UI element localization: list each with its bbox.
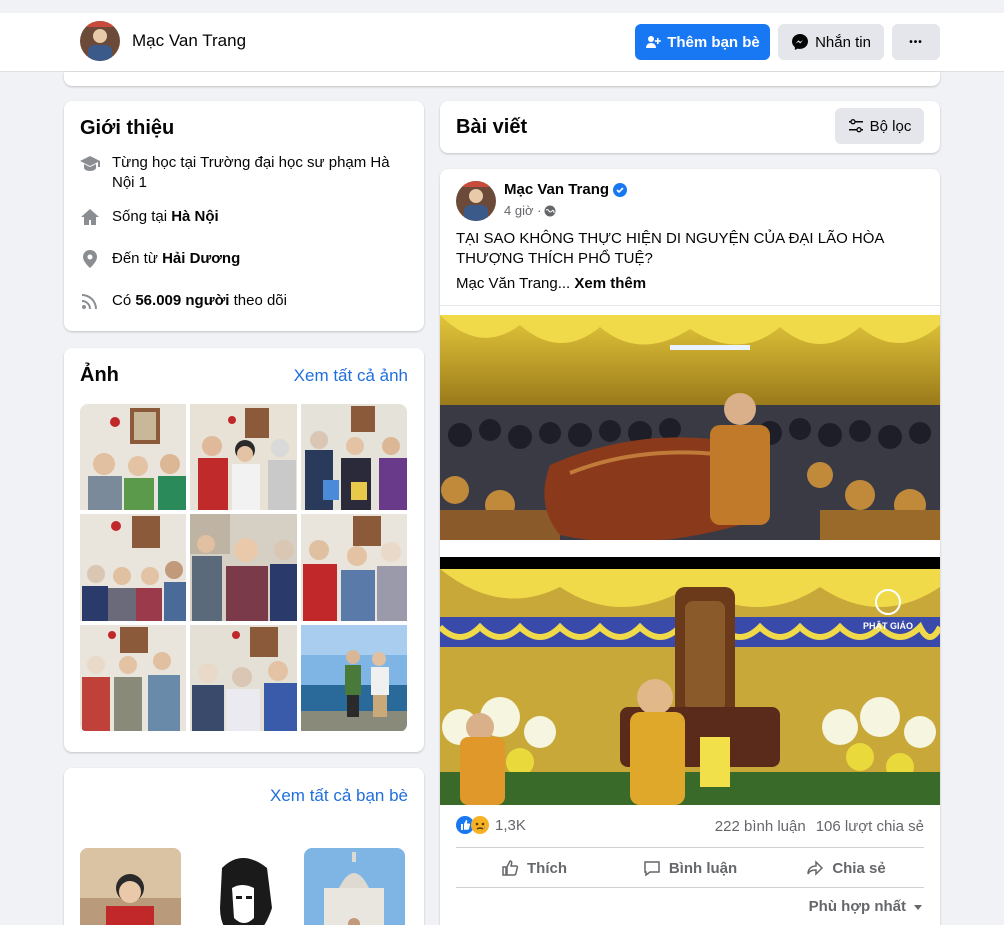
intro-title: Giới thiệu xyxy=(80,117,175,139)
friend-thumbnail[interactable] xyxy=(192,848,293,925)
graduation-cap-icon xyxy=(80,156,100,171)
comment-sort-dropdown[interactable]: Phù hợp nhất xyxy=(809,898,924,915)
actions-divider-top xyxy=(456,847,924,848)
friends-card: Xem tất cả bạn bè xyxy=(64,768,424,925)
friends-grid xyxy=(80,848,407,925)
post-author-line: Mạc Văn Trang... Xem thêm xyxy=(456,275,646,292)
reactions-count: 1,3K xyxy=(495,816,526,834)
post-image-1[interactable] xyxy=(440,315,940,553)
intro-from-prefix: Đến từ xyxy=(112,250,163,267)
comment-bubble-icon xyxy=(644,861,660,877)
see-more-link[interactable]: Xem thêm xyxy=(574,275,646,292)
post-card: Mạc Van Trang 4 giờ · TẠI SAO KHÔNG THỰC… xyxy=(440,169,940,925)
phat-giao-watermark: PHẬT GIÁO xyxy=(863,620,913,631)
post-author-line-text: Mạc Văn Trang... xyxy=(456,275,571,292)
home-icon xyxy=(81,209,99,225)
profile-sticky-header: Mạc Van Trang Thêm bạn bè Nhắn tin ••• xyxy=(0,13,1004,72)
photo-thumbnail[interactable] xyxy=(80,404,186,510)
top-strip xyxy=(0,0,1004,13)
profile-avatar[interactable] xyxy=(80,21,120,61)
friend-thumbnail[interactable] xyxy=(80,848,181,925)
photo-thumbnail[interactable] xyxy=(80,625,186,731)
messenger-icon xyxy=(792,34,809,50)
post-body-text: TẠI SAO KHÔNG THỰC HIỆN DI NGUYỆN CỦA ĐẠ… xyxy=(456,230,884,267)
post-stats: 222 bình luận 106 lượt chia sẻ xyxy=(715,818,924,835)
filter-sliders-icon xyxy=(848,119,863,133)
intro-from: Đến từ Hải Dương xyxy=(80,249,400,269)
intro-lives-prefix: Sống tại xyxy=(112,208,172,225)
more-options-icon: ••• xyxy=(909,36,923,48)
like-label: Thích xyxy=(527,859,567,877)
posts-title: Bài viết xyxy=(456,116,528,138)
rss-followers-icon xyxy=(82,294,97,309)
photo-thumbnail[interactable] xyxy=(301,514,407,621)
add-friend-icon xyxy=(646,36,662,48)
thumbs-up-icon xyxy=(502,860,519,876)
message-label: Nhắn tin xyxy=(815,33,871,51)
more-options-button[interactable]: ••• xyxy=(892,24,940,60)
intro-from-place[interactable]: Hải Dương xyxy=(162,250,240,267)
followers-count[interactable]: 56.009 người xyxy=(135,292,229,309)
location-pin-icon xyxy=(83,250,97,268)
post-author-avatar[interactable] xyxy=(456,181,496,221)
photo-thumbnail[interactable] xyxy=(190,625,297,731)
intro-education-text: Từng học tại Trường đại học sư phạm Hà N… xyxy=(112,154,390,191)
post-time-text: 4 giờ · xyxy=(504,203,542,218)
see-all-friends-link[interactable]: Xem tất cả bạn bè xyxy=(270,786,408,806)
share-button[interactable]: Chia sẻ xyxy=(768,849,924,887)
like-button[interactable]: Thích xyxy=(456,849,612,887)
photos-card: Ảnh Xem tất cả ảnh xyxy=(64,348,424,752)
post-actions: Thích Bình luận Chia sẻ xyxy=(456,849,924,887)
followers-prefix: Có xyxy=(112,292,136,309)
friend-thumbnail[interactable] xyxy=(304,848,405,925)
add-friend-button[interactable]: Thêm bạn bè xyxy=(635,24,770,60)
filter-button[interactable]: Bộ lọc xyxy=(835,108,924,144)
intro-lives-text: Sống tại Hà Nội xyxy=(112,207,219,227)
see-all-photos-link[interactable]: Xem tất cả ảnh xyxy=(294,366,408,386)
intro-from-text: Đến từ Hải Dương xyxy=(112,249,240,269)
profile-tabs-bottom xyxy=(64,72,940,86)
photos-title: Ảnh xyxy=(80,364,119,386)
photo-thumbnail[interactable] xyxy=(301,625,407,731)
comments-count[interactable]: 222 bình luận xyxy=(715,818,806,835)
share-label: Chia sẻ xyxy=(832,859,886,877)
followers-suffix: theo dõi xyxy=(229,292,287,309)
message-button[interactable]: Nhắn tin xyxy=(778,24,884,60)
reactions-summary[interactable]: 1,3K xyxy=(456,816,526,834)
post-timestamp[interactable]: 4 giờ · xyxy=(504,203,556,218)
intro-education: Từng học tại Trường đại học sư phạm Hà N… xyxy=(80,153,400,193)
photo-thumbnail[interactable] xyxy=(301,404,407,510)
verified-badge-icon xyxy=(613,182,628,197)
sort-label: Phù hợp nhất xyxy=(808,898,906,915)
add-friend-label: Thêm bạn bè xyxy=(667,33,760,51)
sad-reaction-icon xyxy=(471,816,489,834)
intro-followers-text: Có 56.009 người theo dõi xyxy=(112,291,287,311)
shares-count[interactable]: 106 lượt chia sẻ xyxy=(816,818,924,835)
globe-icon xyxy=(544,205,556,216)
photo-grid xyxy=(80,404,407,732)
caret-down-icon xyxy=(914,904,922,910)
post-image-2[interactable]: PHẬT GIÁO xyxy=(440,557,940,805)
comment-button[interactable]: Bình luận xyxy=(612,849,768,887)
actions-divider-bottom xyxy=(456,887,924,888)
photo-thumbnail[interactable] xyxy=(80,514,186,621)
comment-label: Bình luận xyxy=(668,859,738,877)
post-author-name[interactable]: Mạc Van Trang xyxy=(504,181,628,198)
profile-name[interactable]: Mạc Van Trang xyxy=(132,31,246,51)
post-author-label: Mạc Van Trang xyxy=(504,181,610,198)
filter-label: Bộ lọc xyxy=(869,117,912,135)
photo-thumbnail[interactable] xyxy=(190,404,297,510)
intro-lives-place[interactable]: Hà Nội xyxy=(171,208,219,225)
intro-lives: Sống tại Hà Nội xyxy=(80,207,400,227)
intro-followers: Có 56.009 người theo dõi xyxy=(80,291,400,311)
photo-thumbnail[interactable] xyxy=(190,514,297,621)
intro-card: Giới thiệu Từng học tại Trường đại học s… xyxy=(64,101,424,331)
share-arrow-icon xyxy=(807,860,824,876)
post-divider xyxy=(440,305,940,306)
